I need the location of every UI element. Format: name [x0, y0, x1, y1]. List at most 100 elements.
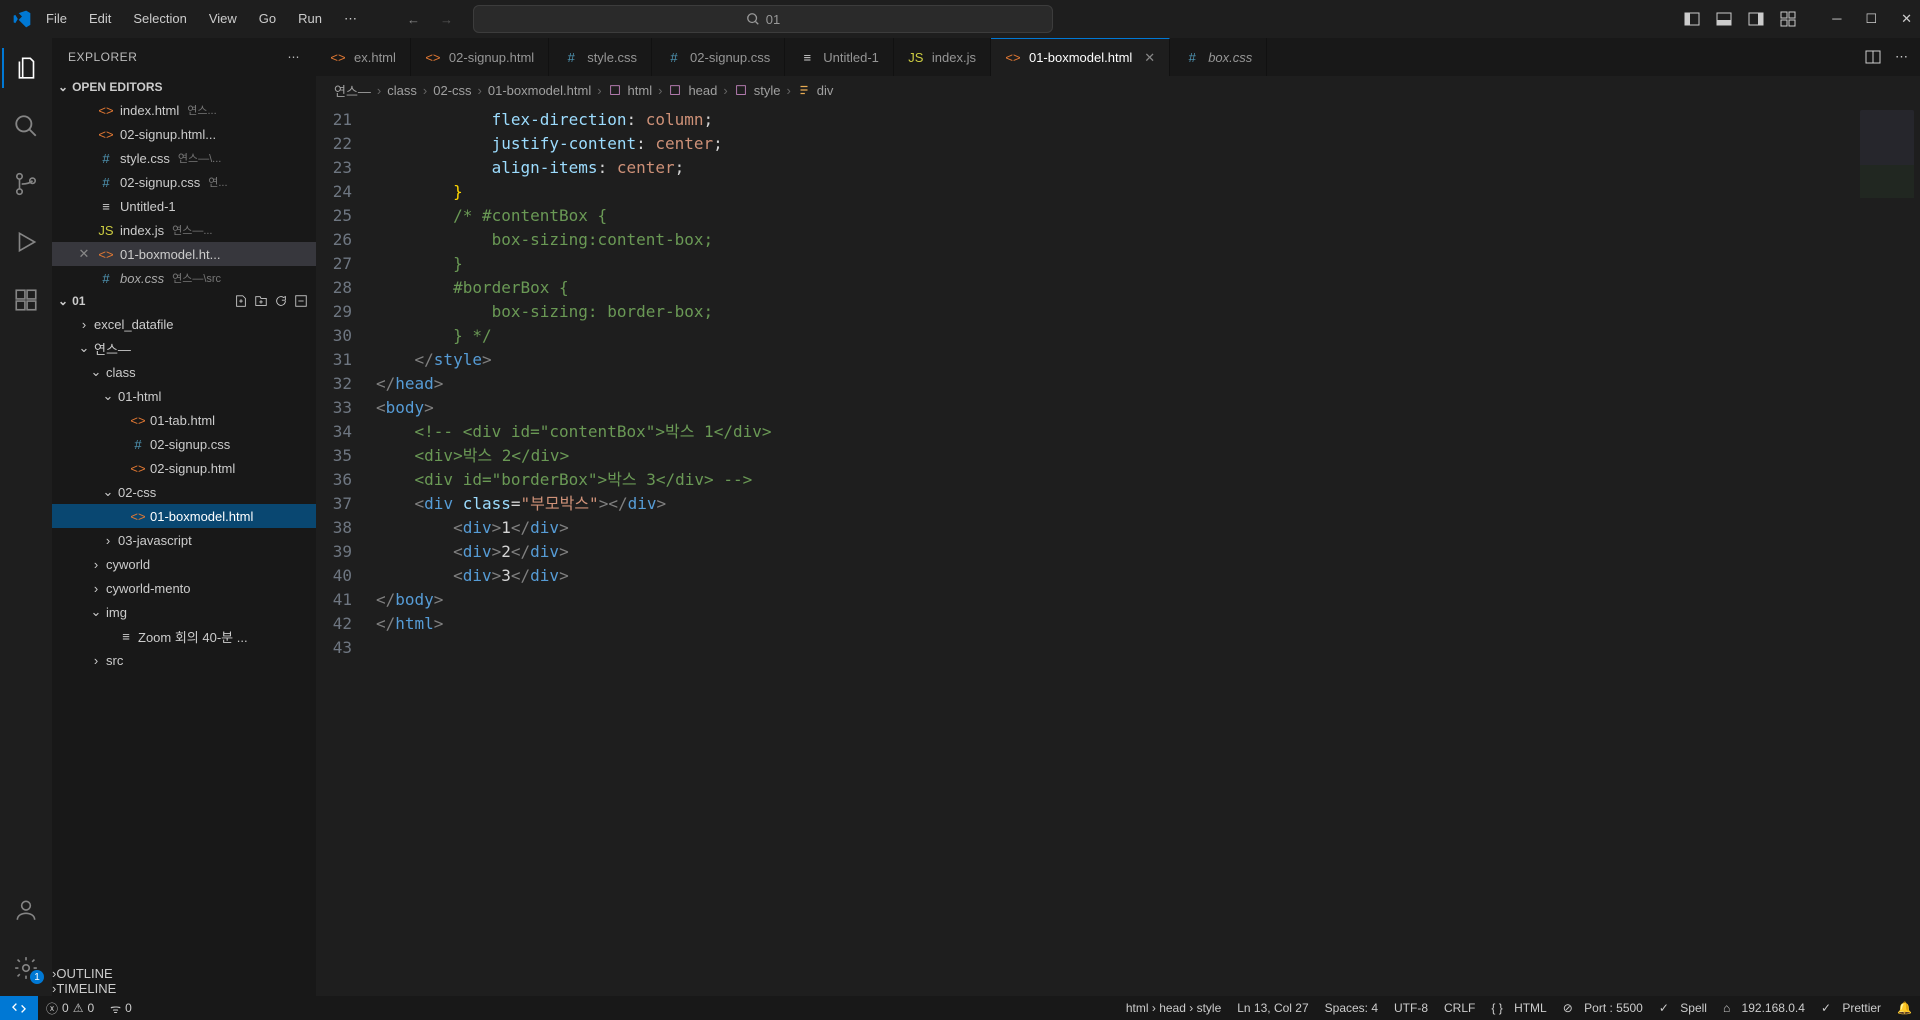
- status-ip[interactable]: ⌂ 192.168.0.4: [1715, 1001, 1813, 1015]
- status-spell[interactable]: ✓ Spell: [1651, 1001, 1715, 1015]
- tree-item[interactable]: ›cyworld: [52, 552, 316, 576]
- nav-back-icon[interactable]: ←: [407, 12, 420, 27]
- open-editor-item[interactable]: ≡Untitled-1: [52, 194, 316, 218]
- editor-tab[interactable]: #style.css: [549, 38, 652, 76]
- sidebar-more-icon[interactable]: ⋯: [288, 50, 301, 64]
- new-file-icon[interactable]: [234, 294, 248, 308]
- editor-tab[interactable]: <>ex.html: [316, 38, 411, 76]
- html-icon: <>: [98, 247, 114, 262]
- menu-run[interactable]: Run: [288, 5, 332, 33]
- status-ports[interactable]: ᯤ0: [102, 996, 140, 1020]
- status-bell-icon[interactable]: 🔔: [1889, 1001, 1920, 1015]
- tab-more-icon[interactable]: ⋯: [1895, 49, 1908, 65]
- breadcrumb-item[interactable]: 연스—: [334, 81, 371, 100]
- editor-tab[interactable]: #box.css: [1170, 38, 1267, 76]
- menu-edit[interactable]: Edit: [79, 5, 121, 33]
- open-editor-item[interactable]: JSindex.js연스—...: [52, 218, 316, 242]
- tree-item[interactable]: ›excel_datafile: [52, 312, 316, 336]
- editor-tab[interactable]: <>01-boxmodel.html✕: [991, 38, 1170, 76]
- open-editor-item[interactable]: <>02-signup.html...: [52, 122, 316, 146]
- maximize-icon[interactable]: ☐: [1865, 11, 1877, 27]
- collapse-icon[interactable]: [294, 294, 308, 308]
- breadcrumb-item[interactable]: 01-boxmodel.html: [488, 83, 591, 98]
- tree-item[interactable]: ⌄02-css: [52, 480, 316, 504]
- tree-item[interactable]: ≡Zoom 회의 40-분 ...: [52, 624, 316, 648]
- open-editor-item[interactable]: <>index.html연스...: [52, 98, 316, 122]
- layout-primary-icon[interactable]: [1684, 11, 1700, 27]
- activity-extensions-icon[interactable]: [2, 280, 50, 320]
- activity-scm-icon[interactable]: [2, 164, 50, 204]
- new-folder-icon[interactable]: [254, 294, 268, 308]
- close-tab-icon[interactable]: ✕: [1144, 50, 1155, 66]
- nav-arrows: ← →: [407, 12, 453, 27]
- tree-item[interactable]: <>02-signup.html: [52, 456, 316, 480]
- editor-tab[interactable]: <>02-signup.html: [411, 38, 549, 76]
- activity-settings-icon[interactable]: 1: [2, 948, 50, 988]
- nav-forward-icon[interactable]: →: [440, 12, 453, 27]
- editor-tab[interactable]: ≡Untitled-1: [785, 38, 894, 76]
- status-prettier[interactable]: ✓ Prettier: [1813, 1001, 1889, 1015]
- twisty-icon: ⌄: [102, 388, 114, 404]
- open-editor-item[interactable]: #02-signup.css연...: [52, 170, 316, 194]
- tree-item[interactable]: ›cyworld-mento: [52, 576, 316, 600]
- open-editor-item[interactable]: ✕<>01-boxmodel.ht...: [52, 242, 316, 266]
- timeline-header[interactable]: ›TIMELINE: [52, 981, 316, 996]
- outline-header[interactable]: ›OUTLINE: [52, 966, 316, 981]
- file-icon: ≡: [118, 629, 134, 644]
- code-editor[interactable]: 2122232425262728293031323334353637383940…: [316, 104, 1920, 996]
- refresh-icon[interactable]: [274, 294, 288, 308]
- breadcrumb-item[interactable]: head: [688, 83, 717, 98]
- menu-go[interactable]: Go: [249, 5, 286, 33]
- status-encoding[interactable]: UTF-8: [1386, 1001, 1436, 1015]
- tree-item[interactable]: ›03-javascript: [52, 528, 316, 552]
- status-selection-path[interactable]: html › head › style: [1118, 1001, 1229, 1015]
- tree-item[interactable]: <>01-tab.html: [52, 408, 316, 432]
- tree-item[interactable]: <>01-boxmodel.html: [52, 504, 316, 528]
- activity-search-icon[interactable]: [2, 106, 50, 146]
- status-indent[interactable]: Spaces: 4: [1317, 1001, 1386, 1015]
- activity-account-icon[interactable]: [2, 890, 50, 930]
- status-liveserver[interactable]: ⊘ Port : 5500: [1555, 1001, 1651, 1015]
- tree-item[interactable]: ⌄class: [52, 360, 316, 384]
- status-language[interactable]: { } HTML: [1483, 1001, 1554, 1015]
- tree-item[interactable]: ⌄img: [52, 600, 316, 624]
- menu-file[interactable]: File: [36, 5, 77, 33]
- tree-item[interactable]: ⌄01-html: [52, 384, 316, 408]
- open-editors-header[interactable]: ⌄ OPEN EDITORS: [52, 76, 316, 98]
- editor-tab[interactable]: JSindex.js: [894, 38, 991, 76]
- menu-selection[interactable]: Selection: [123, 5, 196, 33]
- remote-indicator-icon[interactable]: [0, 996, 38, 1020]
- project-header[interactable]: ⌄ 01: [52, 290, 316, 312]
- open-editor-item[interactable]: #box.css연스—\src: [52, 266, 316, 290]
- layout-secondary-icon[interactable]: [1748, 11, 1764, 27]
- close-icon[interactable]: ✕: [1901, 11, 1912, 27]
- split-editor-icon[interactable]: [1865, 49, 1881, 65]
- editor-area: <>ex.html<>02-signup.html#style.css#02-s…: [316, 38, 1920, 996]
- activity-explorer-icon[interactable]: [2, 48, 50, 88]
- breadcrumb-item[interactable]: html: [628, 83, 653, 98]
- status-eol[interactable]: CRLF: [1436, 1001, 1483, 1015]
- open-editor-item[interactable]: #style.css연스—\...: [52, 146, 316, 170]
- tree-item[interactable]: ›src: [52, 648, 316, 672]
- activity-debug-icon[interactable]: [2, 222, 50, 262]
- radio-icon: ᯤ: [110, 1000, 121, 1017]
- layout-customize-icon[interactable]: [1780, 11, 1796, 27]
- breadcrumb-item[interactable]: div: [817, 83, 834, 98]
- command-center[interactable]: 01: [473, 5, 1053, 33]
- line-gutter: 2122232425262728293031323334353637383940…: [316, 104, 376, 996]
- tree-item[interactable]: #02-signup.css: [52, 432, 316, 456]
- breadcrumb-item[interactable]: class: [387, 83, 417, 98]
- close-editor-icon[interactable]: ✕: [76, 246, 92, 262]
- layout-panel-icon[interactable]: [1716, 11, 1732, 27]
- minimap[interactable]: [1840, 104, 1920, 996]
- minimize-icon[interactable]: ─: [1832, 11, 1841, 27]
- menu-view[interactable]: View: [199, 5, 247, 33]
- breadcrumb-item[interactable]: style: [754, 83, 781, 98]
- menu-overflow-icon[interactable]: ⋯: [334, 5, 367, 33]
- editor-tab[interactable]: #02-signup.css: [652, 38, 785, 76]
- breadcrumb[interactable]: 연스—›class›02-css›01-boxmodel.html›html›h…: [316, 76, 1920, 104]
- breadcrumb-item[interactable]: 02-css: [433, 83, 471, 98]
- status-cursor[interactable]: Ln 13, Col 27: [1229, 1001, 1316, 1015]
- tree-item[interactable]: ⌄연스—: [52, 336, 316, 360]
- status-problems[interactable]: ⓧ0 ⚠0: [38, 996, 102, 1020]
